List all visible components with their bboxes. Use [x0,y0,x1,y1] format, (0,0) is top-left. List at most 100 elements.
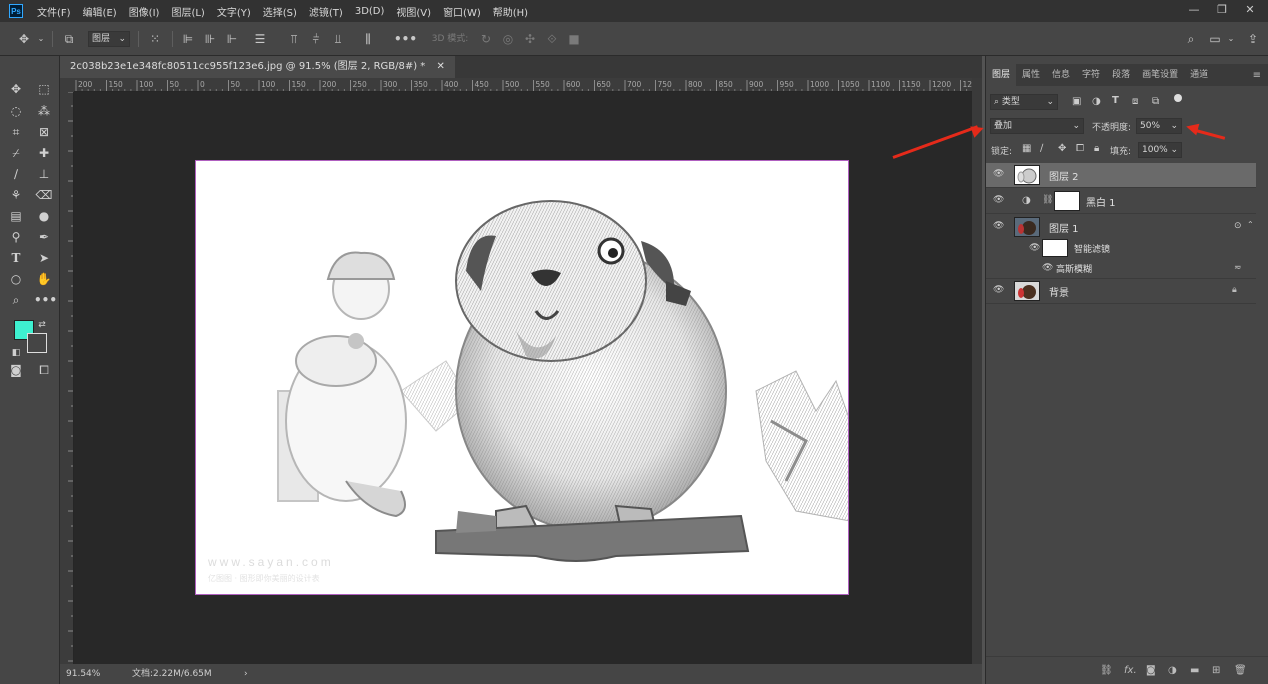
chain-link-icon[interactable]: ⛓ [1042,195,1053,205]
align-right-icon[interactable]: ⊩ [224,31,240,47]
lasso-tool-icon[interactable]: ◌ [6,102,26,120]
layer-row-background[interactable]: 👁︎ 背景 🔒︎ [986,279,1256,304]
visibility-eye-icon[interactable]: 👁︎ [993,286,1004,295]
filter-toggle-icon[interactable] [1174,94,1182,102]
quick-mask-icon[interactable]: ◙ [6,361,26,379]
close-icon[interactable]: ✕ [1236,0,1264,18]
path-selection-icon[interactable]: ➤ [34,249,54,267]
fx-icon[interactable]: fx. [1124,665,1137,676]
hand-tool-icon[interactable]: ✋ [34,270,54,288]
menu-view[interactable]: 视图(V) [396,4,431,19]
type-tool-icon[interactable]: T [6,249,26,267]
gradient-tool-icon[interactable]: ▤ [6,207,26,225]
brush-tool-icon[interactable]: ∕ [6,165,26,183]
move-tool-icon[interactable]: ✥ [14,31,34,47]
align-top-icon[interactable]: ⫪ [286,31,302,47]
lock-all-icon[interactable]: 🔒︎ [1094,143,1099,154]
new-group-icon[interactable]: ▬ [1190,665,1199,676]
healing-brush-icon[interactable]: ✚ [34,144,54,162]
new-layer-icon[interactable]: ⊞ [1212,665,1220,676]
close-tab-icon[interactable]: ✕ [437,61,445,72]
eraser-icon[interactable]: ⌫ [34,186,54,204]
vertical-scrollbar[interactable] [972,78,982,664]
visibility-eye-icon[interactable]: 👁︎ [1029,244,1040,253]
layer-row-layer2[interactable]: 👁︎ 图层 2 [986,163,1256,188]
align-left-icon[interactable]: ⊫ [180,31,196,47]
3d-pan-icon[interactable]: ✣ [522,31,538,47]
distribute-icon[interactable]: ☰ [252,31,268,47]
document-tab[interactable]: 2c038b23e1e348fc80511cc955f123e6.jpg @ 9… [60,56,455,78]
document-image[interactable]: www.sayan.com 亿图图 · 图形即你美丽的设计表 [195,160,849,595]
photoshop-logo-icon[interactable]: Ps [9,4,23,18]
auto-select-icon[interactable]: ⧉ [60,31,78,47]
zoom-level[interactable]: 91.54% [66,664,100,684]
lock-paint-icon[interactable]: ∕ [1040,143,1043,154]
more-options-icon[interactable]: ••• [394,31,417,47]
tab-properties[interactable]: 属性 [1016,64,1046,86]
layer-name[interactable]: 背景 [1049,284,1069,299]
eyedropper-icon[interactable]: ⌿ [6,144,26,162]
screen-mode-icon[interactable]: ⧠ [34,361,54,379]
blend-mode-dropdown[interactable]: 叠加 ⌄ [990,118,1084,134]
link-layers-icon[interactable]: ⛓ [1100,665,1113,676]
menu-3d[interactable]: 3D(D) [355,6,385,17]
opacity-input[interactable]: 50% ⌄ [1136,118,1182,134]
layer-name[interactable]: 黑白 1 [1086,194,1116,209]
fill-input[interactable]: 100% ⌄ [1138,142,1182,158]
align-center-icon[interactable]: ⊪ [202,31,218,47]
3d-rotate-icon[interactable]: ↻ [478,31,494,47]
lock-position-icon[interactable]: ✥ [1058,143,1066,154]
filter-blending-options-icon[interactable]: ≂ [1234,263,1242,273]
filter-pixel-icon[interactable]: ▣ [1072,96,1081,107]
layer-name[interactable]: 图层 2 [1049,168,1079,183]
crop-tool-icon[interactable]: ⌗ [6,123,26,141]
dodge-tool-icon[interactable]: ⚲ [6,228,26,246]
layer-name[interactable]: 高斯模糊 [1056,262,1092,275]
menu-help[interactable]: 帮助(H) [493,4,528,19]
magic-wand-icon[interactable]: ⁂ [34,102,54,120]
tab-channels[interactable]: 通道 [1184,64,1214,86]
clone-stamp-icon[interactable]: ⊥ [34,165,54,183]
menu-select[interactable]: 选择(S) [263,4,297,19]
document-size[interactable]: 文档:2.22M/6.65M [132,664,212,684]
move-tool-icon[interactable]: ✥ [6,80,26,98]
menu-layer[interactable]: 图层(L) [171,4,204,19]
share-icon[interactable]: ⇪ [1244,31,1262,47]
layer-row-smart-filters[interactable]: 👁︎ 智能滤镜 [986,239,1256,259]
3d-slide-icon[interactable]: ⟐ [544,31,560,47]
tab-brush-settings[interactable]: 画笔设置 [1136,64,1184,86]
lock-artboard-icon[interactable]: ⧠ [1076,143,1084,154]
minimize-icon[interactable]: — [1180,0,1208,18]
status-expand-icon[interactable]: › [244,664,248,684]
visibility-eye-icon[interactable]: 👁︎ [993,222,1004,231]
layer-name[interactable]: 图层 1 [1049,220,1079,235]
layer-filter-dropdown[interactable]: ⌕ 类型 ⌄ [990,94,1058,110]
layer-row-gaussian-blur[interactable]: 👁︎ 高斯模糊 ≂ [986,259,1256,279]
history-brush-icon[interactable]: ⚘ [6,186,26,204]
default-colors-icon[interactable]: ◧ [10,344,22,362]
distribute-vertical-icon[interactable]: ⫼ [360,31,376,47]
visibility-eye-icon[interactable]: 👁︎ [993,170,1004,179]
new-adjustment-icon[interactable]: ◑ [1168,665,1177,676]
layer-name[interactable]: 智能滤镜 [1074,242,1110,255]
3d-roll-icon[interactable]: ◎ [500,31,516,47]
menu-image[interactable]: 图像(I) [129,4,160,19]
frame-tool-icon[interactable]: ⊠ [34,123,54,141]
lock-transparent-icon[interactable]: ▦ [1022,143,1031,154]
menu-filter[interactable]: 滤镜(T) [309,4,343,19]
add-mask-icon[interactable]: ◙ [1146,665,1156,676]
filter-adjustment-icon[interactable]: ◑ [1092,96,1101,107]
tab-info[interactable]: 信息 [1046,64,1076,86]
shape-tool-icon[interactable]: ○ [6,270,26,288]
filter-type-icon[interactable]: T [1112,95,1119,106]
tab-layers[interactable]: 图层 [986,64,1017,86]
transform-controls-icon[interactable]: ⁙ [146,31,164,47]
layer-row-layer1[interactable]: 👁︎ 图层 1 ⊙ ⌃ [986,215,1256,239]
workspace-chevron-icon[interactable]: ⌄ [1226,31,1236,47]
blur-tool-icon[interactable]: ● [34,207,54,225]
background-color-swatch[interactable] [27,333,47,353]
workspace-icon[interactable]: ▭ [1206,31,1224,47]
delete-layer-icon[interactable]: 🗑︎ [1234,665,1247,676]
menu-edit[interactable]: 编辑(E) [83,4,117,19]
edit-toolbar-icon[interactable]: ••• [34,291,57,309]
